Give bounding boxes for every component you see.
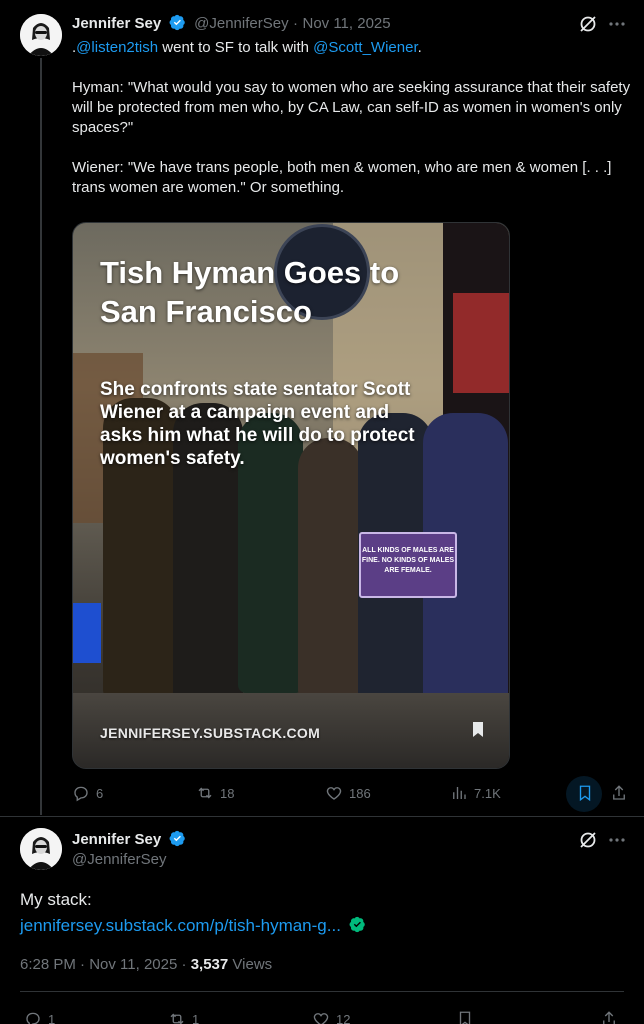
share-button[interactable]: [610, 784, 628, 802]
reply-icon: [26, 1012, 40, 1024]
bookmark-button[interactable]: [456, 1010, 474, 1024]
verified-link-icon: [349, 916, 365, 933]
share-icon: [603, 1011, 615, 1024]
handle[interactable]: @JenniferSey: [72, 851, 166, 868]
heart-icon: [326, 787, 342, 800]
more-options-icon[interactable]: [608, 14, 626, 39]
share-icon: [613, 785, 625, 800]
tweet-header: Jennifer Sey: [72, 830, 186, 849]
blue-sign: [73, 603, 101, 663]
like-button[interactable]: 12: [312, 1010, 350, 1024]
media-subtitle: She confronts state sentator Scott Wiene…: [100, 379, 415, 469]
heart-icon: [313, 1013, 329, 1024]
link-text[interactable]: jennifersey.substack.com/p/tish-hyman-g.…: [20, 916, 341, 935]
display-name[interactable]: Jennifer Sey: [72, 15, 161, 32]
mention-scott-wiener[interactable]: @Scott_Wiener: [313, 39, 417, 56]
bookmark-button[interactable]: [576, 784, 594, 802]
like-button[interactable]: 186: [325, 784, 371, 802]
separator: ·: [181, 956, 187, 973]
separator: ·: [293, 15, 299, 32]
media-bookmark-icon: [471, 721, 485, 744]
tweet-text: . @listen2tish went to SF to talk with @S…: [72, 38, 632, 198]
media-title: Tish Hyman Goes to San Francisco: [100, 255, 400, 329]
tweet-header: Jennifer Sey @JenniferSey · Nov 11, 2025: [72, 14, 391, 33]
bookmark-icon: [579, 785, 591, 802]
separator: ·: [80, 956, 86, 973]
divider: [20, 991, 624, 992]
tweet-meta: 6:28 PM · Nov 11, 2025 · 3,537 Views: [20, 956, 272, 973]
grok-icon[interactable]: [578, 14, 598, 39]
like-count: 12: [336, 1011, 351, 1024]
divider: [0, 816, 644, 817]
bookmark-icon: [459, 1011, 471, 1024]
repost-count: 1: [192, 1011, 200, 1024]
thread-connector: [40, 58, 42, 815]
reply-count: 6: [96, 785, 104, 801]
person-silhouette: [298, 438, 363, 698]
red-sign: [453, 293, 509, 393]
avatar[interactable]: [20, 14, 62, 56]
verified-badge-icon: [169, 830, 185, 847]
display-name[interactable]: Jennifer Sey: [72, 831, 161, 848]
mention-listen2tish[interactable]: @listen2tish: [76, 39, 158, 56]
media-image[interactable]: ALL KINDS OF MALES ARE FINE. NO KINDS OF…: [72, 222, 510, 769]
post-time[interactable]: 6:28 PM: [20, 956, 76, 973]
handle[interactable]: @JenniferSey: [194, 15, 288, 32]
repost-icon: [170, 1013, 184, 1024]
verified-badge-icon: [169, 14, 185, 31]
repost-count: 18: [220, 785, 235, 801]
tweet-paragraph-wiener: Wiener: "We have trans people, both men …: [72, 159, 612, 196]
tweet-actions: 6 18 186 7.1K: [72, 784, 632, 806]
views-label: Views: [232, 956, 273, 973]
tweet-text: My stack:: [20, 890, 92, 909]
repost-icon: [198, 787, 212, 799]
tweet-actions: 1 1 12: [20, 1010, 624, 1024]
repost-button[interactable]: 18: [196, 784, 234, 802]
text-mid: went to SF to talk with: [158, 39, 314, 56]
like-count: 186: [349, 785, 371, 801]
grok-icon[interactable]: [578, 830, 598, 855]
views-button[interactable]: 7.1K: [450, 784, 501, 802]
reply-count: 1: [48, 1011, 56, 1024]
substack-link[interactable]: jennifersey.substack.com/p/tish-hyman-g.…: [20, 914, 366, 938]
protest-sign: ALL KINDS OF MALES ARE FINE. NO KINDS OF…: [359, 532, 457, 598]
views-count: 7.1K: [474, 785, 501, 801]
more-options-icon[interactable]: [608, 830, 626, 855]
tweet-paragraph-hyman: Hyman: "What would you say to women who …: [72, 79, 631, 136]
timestamp[interactable]: Nov 11, 2025: [302, 15, 390, 32]
views-count: 3,537: [190, 956, 229, 973]
reply-icon: [74, 786, 88, 802]
repost-button[interactable]: 1: [168, 1010, 199, 1024]
post-date[interactable]: Nov 11, 2025: [89, 956, 177, 973]
reply-button[interactable]: 6: [72, 784, 103, 802]
share-button[interactable]: [600, 1010, 618, 1024]
text-end: .: [417, 39, 422, 56]
media-watermark: JENNIFERSEY.SUBSTACK.COM: [100, 725, 321, 741]
analytics-icon: [453, 787, 466, 799]
reply-button[interactable]: 1: [24, 1010, 55, 1024]
avatar[interactable]: [20, 828, 62, 870]
thread-page: Jennifer Sey @JenniferSey · Nov 11, 2025…: [0, 0, 644, 1024]
